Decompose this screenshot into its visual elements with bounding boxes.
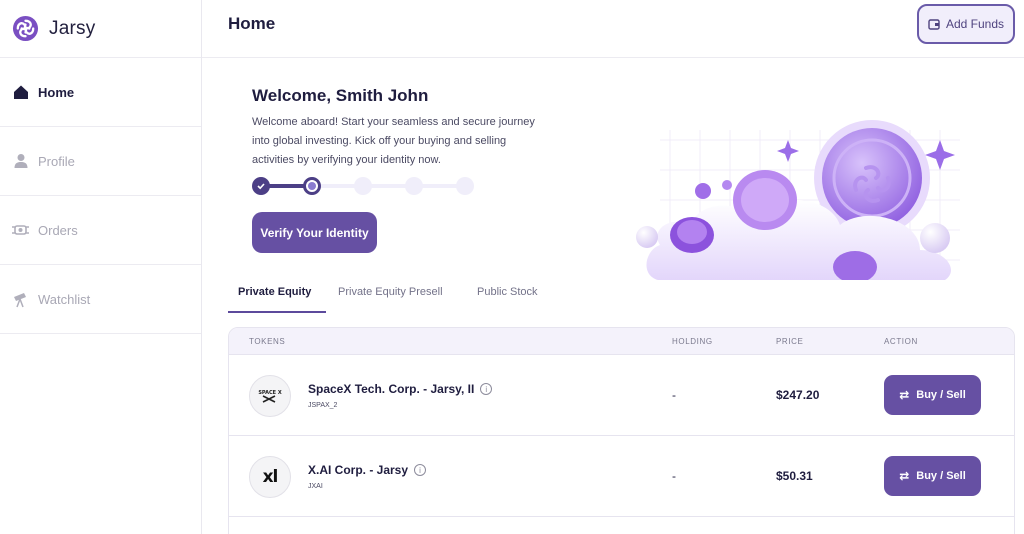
buy-sell-label: Buy / Sell xyxy=(916,470,966,482)
token-name-text: SpaceX Tech. Corp. - Jarsy, II xyxy=(308,382,475,396)
brand[interactable]: Jarsy xyxy=(0,0,201,58)
table-row[interactable]: xl X.AI Corp. - Jarsy i JXAI - $50.31 ⇄ … xyxy=(229,436,1014,517)
buy-sell-button[interactable]: ⇄ Buy / Sell xyxy=(884,456,981,496)
holding-value: - xyxy=(672,388,676,402)
buy-sell-button[interactable]: ⇄ Buy / Sell xyxy=(884,375,981,415)
xai-logo-icon: xl xyxy=(249,456,291,498)
coins-illustration xyxy=(636,120,960,280)
verification-progress-stepper xyxy=(252,177,477,195)
wallet-icon xyxy=(928,19,940,30)
sidebar-item-profile[interactable]: Profile xyxy=(0,127,201,196)
tab-private-equity[interactable]: Private Equity xyxy=(228,286,326,313)
home-icon xyxy=(12,84,29,101)
jarsy-logo-icon xyxy=(12,15,39,42)
step-dot-5 xyxy=(456,177,474,195)
tab-public-stock[interactable]: Public Stock xyxy=(477,286,538,313)
top-header: Home Add Funds xyxy=(202,0,1024,58)
buy-sell-label: Buy / Sell xyxy=(916,389,966,401)
step-dot-2 xyxy=(303,177,321,195)
column-header-tokens: TOKENS xyxy=(249,337,286,346)
step-dot-4 xyxy=(405,177,423,195)
welcome-title: Welcome, Smith John xyxy=(252,86,429,105)
checkmark-icon xyxy=(257,183,265,190)
swap-icon: ⇄ xyxy=(899,469,910,483)
progress-line-remaining xyxy=(312,184,465,188)
info-icon[interactable]: i xyxy=(414,464,427,476)
telescope-icon xyxy=(12,291,29,308)
token-name: SpaceX Tech. Corp. - Jarsy, II i xyxy=(308,382,493,396)
spacex-logo-icon: SPACE X xyxy=(249,375,291,417)
sidebar-item-label: Profile xyxy=(38,153,75,169)
tokens-table: TOKENS HOLDING PRICE ACTION SPACE X Spac… xyxy=(228,327,1015,534)
holding-value: - xyxy=(672,469,676,483)
swap-icon: ⇄ xyxy=(899,388,910,402)
step-dot-3 xyxy=(354,177,372,195)
token-ticker: JXAI xyxy=(308,483,323,490)
token-name-text: X.AI Corp. - Jarsy xyxy=(308,463,409,477)
sidebar-item-label: Watchlist xyxy=(38,291,91,307)
brand-name: Jarsy xyxy=(49,17,96,39)
spacex-logo-text: SPACE X xyxy=(258,390,282,396)
sidebar-item-orders[interactable]: Orders xyxy=(0,196,201,265)
table-header: TOKENS HOLDING PRICE ACTION xyxy=(229,328,1014,355)
price-value: $50.31 xyxy=(776,469,813,483)
user-icon xyxy=(12,153,29,170)
token-ticker: JSPAX_2 xyxy=(308,402,338,409)
orders-icon xyxy=(12,222,29,239)
sidebar-item-label: Home xyxy=(38,84,75,100)
column-header-price: PRICE xyxy=(776,337,804,346)
verify-identity-button[interactable]: Verify Your Identity xyxy=(252,212,377,253)
sidebar-item-home[interactable]: Home xyxy=(0,58,201,127)
add-funds-button[interactable]: Add Funds xyxy=(917,4,1015,44)
xai-logo-text: xl xyxy=(262,467,279,487)
page-title: Home xyxy=(228,14,276,33)
price-value: $247.20 xyxy=(776,388,820,402)
info-icon[interactable]: i xyxy=(480,383,493,395)
column-header-action: ACTION xyxy=(884,337,918,346)
welcome-text: Welcome aboard! Start your seamless and … xyxy=(252,116,535,166)
app-root: Jarsy Home Profile Orders Watchlist Home… xyxy=(0,0,1024,534)
sidebar-item-label: Orders xyxy=(38,222,78,238)
table-row[interactable]: SPACE X SpaceX Tech. Corp. - Jarsy, II i… xyxy=(229,355,1014,436)
tab-private-equity-presell[interactable]: Private Equity Presell xyxy=(338,286,443,313)
token-name: X.AI Corp. - Jarsy i xyxy=(308,463,427,477)
step-dot-1 xyxy=(252,177,270,195)
column-header-holding: HOLDING xyxy=(672,337,713,346)
add-funds-label: Add Funds xyxy=(945,17,1005,31)
sidebar-item-watchlist[interactable]: Watchlist xyxy=(0,265,201,334)
sidebar: Jarsy Home Profile Orders Watchlist xyxy=(0,0,202,534)
